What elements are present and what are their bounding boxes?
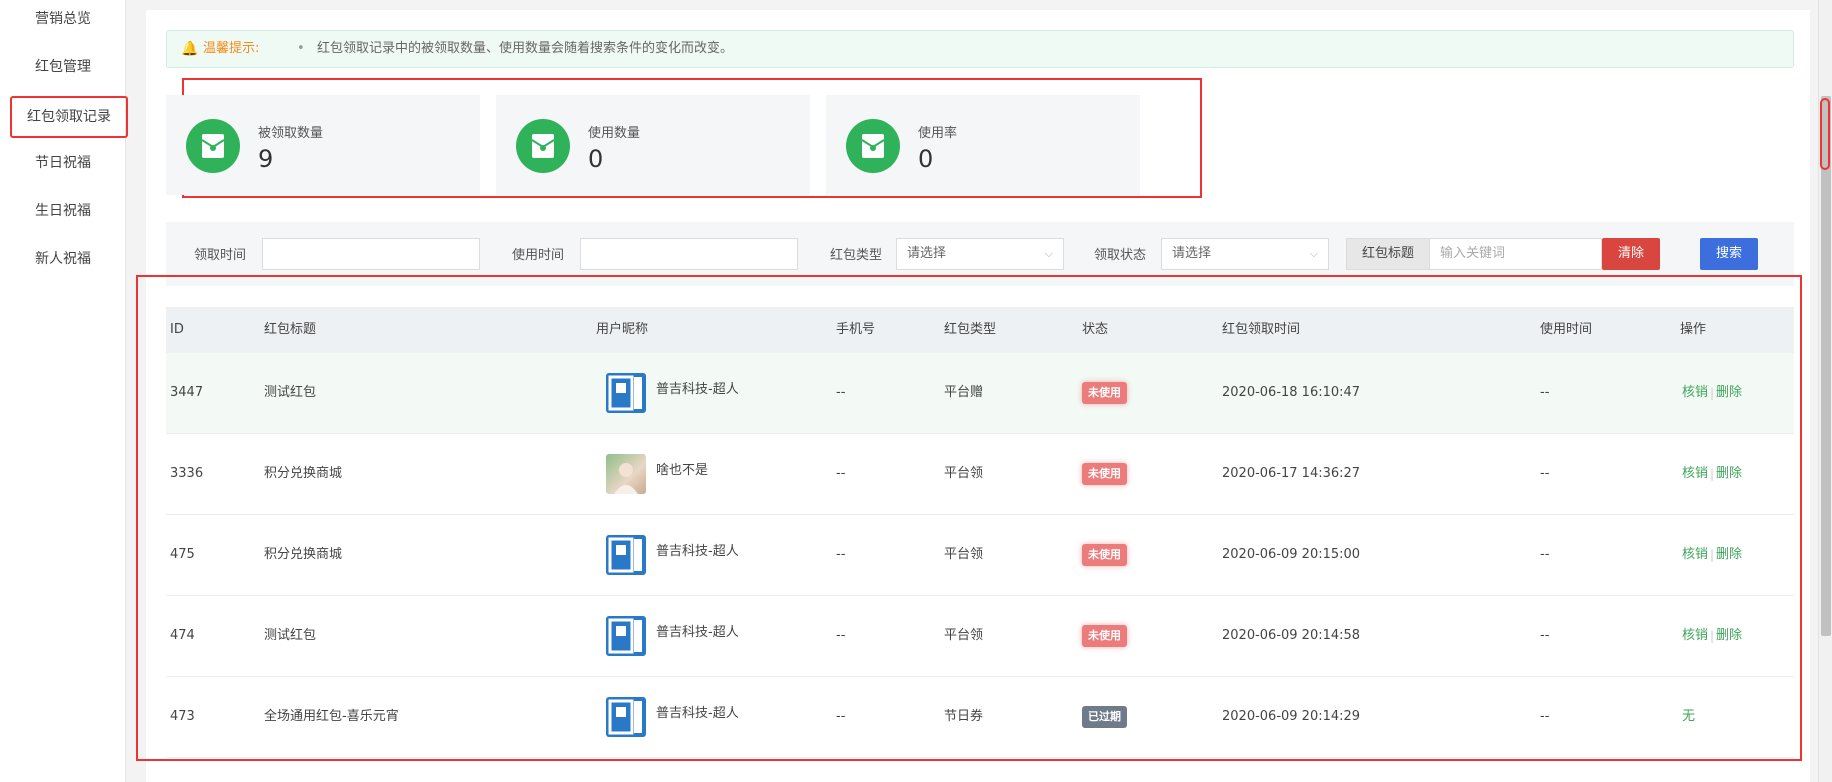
use-time-input[interactable] bbox=[580, 238, 798, 270]
stat-value: 0 bbox=[918, 145, 934, 173]
red-envelope-icon bbox=[516, 119, 570, 173]
stat-value: 0 bbox=[588, 145, 604, 173]
sidebar-item-newcomer-greetings[interactable]: 新人祝福 bbox=[0, 238, 126, 280]
main-panel: 🔔 温馨提示: • 红包领取记录中的被领取数量、使用数量会随着搜索条件的变化而改… bbox=[136, 10, 1810, 782]
status-label: 领取状态 bbox=[1094, 248, 1147, 263]
receive-time-label: 领取时间 bbox=[194, 248, 247, 263]
use-time-label: 使用时间 bbox=[512, 248, 565, 263]
search-button[interactable]: 搜索 bbox=[1700, 238, 1758, 270]
sidebar-item-holiday-greetings[interactable]: 节日祝福 bbox=[0, 142, 126, 184]
stat-label: 使用数量 bbox=[588, 126, 641, 141]
sidebar: 营销总览 红包管理 红包领取记录 节日祝福 生日祝福 新人祝福 bbox=[0, 0, 128, 782]
scrollbar-highlight-frame bbox=[1820, 98, 1830, 170]
type-select-value: 请选择 bbox=[907, 246, 947, 261]
sidebar-item-red-envelope-records[interactable]: 红包领取记录 bbox=[10, 96, 128, 138]
sidebar-item-birthday-greetings[interactable]: 生日祝福 bbox=[0, 190, 126, 232]
tip-banner: 🔔 温馨提示: • 红包领取记录中的被领取数量、使用数量会随着搜索条件的变化而改… bbox=[166, 30, 1794, 68]
scrollbar-thumb[interactable] bbox=[1821, 96, 1831, 636]
stat-label: 使用率 bbox=[918, 126, 958, 141]
type-label: 红包类型 bbox=[830, 248, 883, 263]
scrollbar[interactable] bbox=[1818, 0, 1832, 782]
clear-button[interactable]: 清除 bbox=[1602, 238, 1660, 270]
stat-value: 9 bbox=[258, 145, 274, 173]
type-select[interactable]: 请选择 ⌵ bbox=[896, 238, 1064, 270]
tip-text: 红包领取记录中的被领取数量、使用数量会随着搜索条件的变化而改变。 bbox=[317, 41, 734, 56]
tip-bullet: • bbox=[297, 41, 305, 56]
sidebar-item-red-envelope-management[interactable]: 红包管理 bbox=[0, 46, 126, 88]
stat-label: 被领取数量 bbox=[258, 126, 324, 141]
status-select-value: 请选择 bbox=[1172, 246, 1212, 261]
bell-icon: 🔔 bbox=[181, 41, 199, 57]
sidebar-item-marketing-overview[interactable]: 营销总览 bbox=[0, 0, 126, 40]
keyword-input[interactable]: 输入关键词 bbox=[1430, 238, 1602, 270]
red-envelope-icon bbox=[186, 119, 240, 173]
stat-card-used: 使用数量 0 bbox=[496, 95, 810, 195]
keyword-label: 红包标题 bbox=[1346, 238, 1430, 270]
stat-card-received: 被领取数量 9 bbox=[166, 95, 480, 195]
chevron-down-icon: ⌵ bbox=[1044, 247, 1053, 260]
table-highlight-frame bbox=[136, 275, 1802, 761]
stat-card-usage-rate: 使用率 0 bbox=[826, 95, 1140, 195]
chevron-down-icon: ⌵ bbox=[1309, 247, 1318, 260]
status-select[interactable]: 请选择 ⌵ bbox=[1161, 238, 1329, 270]
receive-time-input[interactable] bbox=[262, 238, 480, 270]
red-envelope-icon bbox=[846, 119, 900, 173]
tip-label: 温馨提示: bbox=[203, 41, 260, 56]
